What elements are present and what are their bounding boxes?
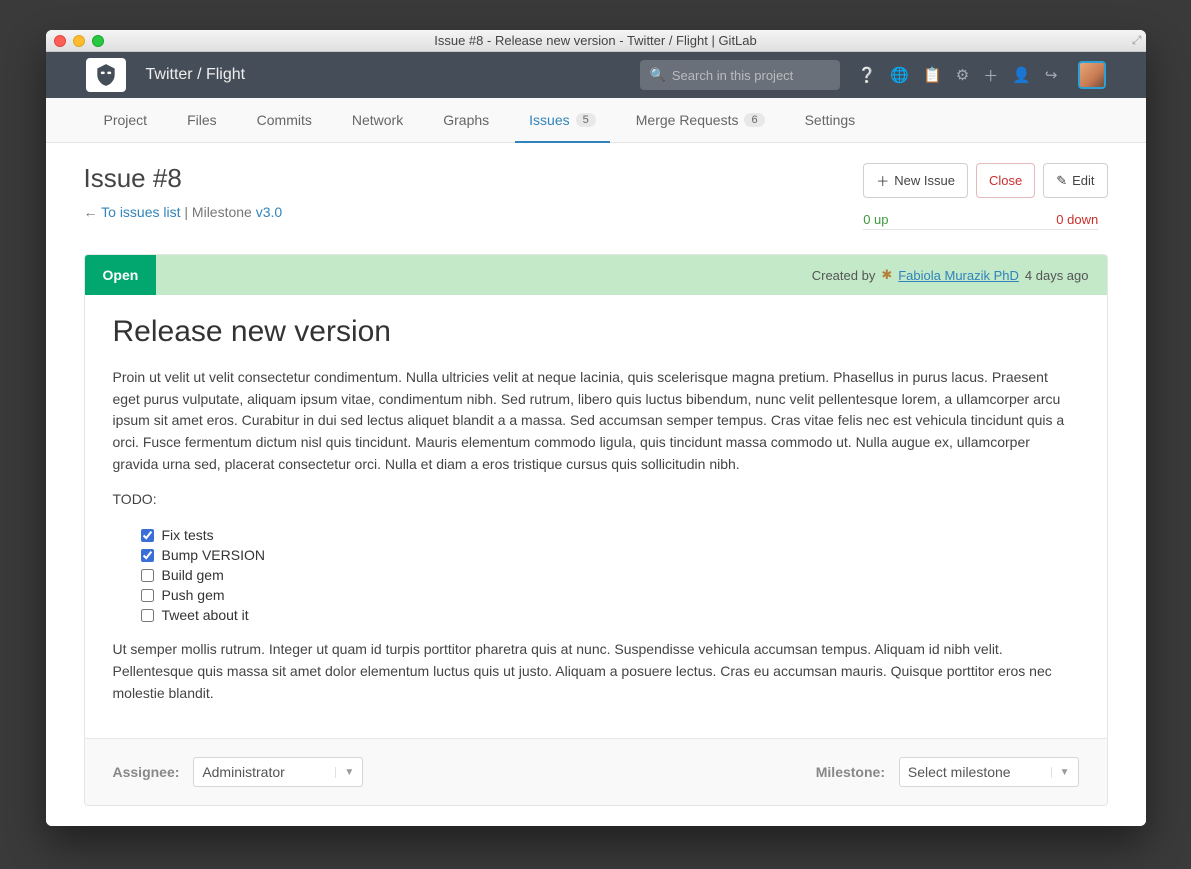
- todo-item: Bump VERSION: [141, 545, 1079, 565]
- todo-text: Build gem: [162, 567, 224, 583]
- search-box[interactable]: 🔍: [640, 60, 840, 90]
- window-controls: [54, 35, 104, 47]
- resize-icon[interactable]: ⤢: [1132, 33, 1142, 48]
- top-navbar: Twitter / Flight 🔍 ❔ 🌐 📋 ⚙ ＋ 👤 ↪: [46, 52, 1146, 98]
- close-issue-button[interactable]: Close: [976, 163, 1035, 198]
- todo-checkbox[interactable]: [141, 549, 154, 562]
- todo-checkbox[interactable]: [141, 529, 154, 542]
- issue-footer: Assignee: Administrator ▼ Milestone: Sel…: [85, 738, 1107, 805]
- globe-icon[interactable]: 🌐: [890, 66, 909, 84]
- assignee-label: Assignee:: [113, 764, 180, 780]
- assignee-select[interactable]: Administrator ▼: [193, 757, 363, 787]
- project-tabs: ProjectFilesCommitsNetworkGraphsIssues5M…: [46, 98, 1146, 143]
- edit-icon: ✎: [1056, 173, 1067, 189]
- back-arrow-icon: ←: [84, 204, 98, 220]
- downvote-count: 0 down: [1056, 212, 1098, 227]
- sprocket-icon: ✱: [881, 267, 892, 283]
- issue-paragraph: Ut semper mollis rutrum. Integer ut quam…: [113, 639, 1079, 704]
- todo-item: Push gem: [141, 585, 1079, 605]
- milestone-link[interactable]: v3.0: [256, 204, 282, 220]
- todo-checkbox[interactable]: [141, 569, 154, 582]
- user-icon[interactable]: 👤: [1012, 66, 1031, 84]
- tab-settings[interactable]: Settings: [785, 98, 876, 142]
- avatar[interactable]: [1078, 61, 1106, 89]
- titlebar: Issue #8 - Release new version - Twitter…: [46, 30, 1146, 52]
- todo-item: Build gem: [141, 565, 1079, 585]
- issue-number: Issue #8: [84, 163, 283, 194]
- milestone-label: Milestone: [192, 204, 256, 220]
- issue-paragraph: Proin ut velit ut velit consectetur cond…: [113, 367, 1079, 475]
- todo-text: Push gem: [162, 587, 225, 603]
- tab-network[interactable]: Network: [332, 98, 423, 142]
- milestone-label: Milestone:: [816, 764, 885, 780]
- created-by-label: Created by: [812, 268, 876, 283]
- tab-merge-requests[interactable]: Merge Requests6: [616, 98, 785, 142]
- logout-icon[interactable]: ↪: [1045, 66, 1058, 84]
- todo-item: Tweet about it: [141, 605, 1079, 625]
- todo-text: Tweet about it: [162, 607, 249, 623]
- minimize-window-icon[interactable]: [73, 35, 85, 47]
- gears-icon[interactable]: ⚙: [956, 66, 969, 84]
- chevron-down-icon: ▼: [1051, 767, 1070, 778]
- window-title: Issue #8 - Release new version - Twitter…: [46, 33, 1146, 48]
- tab-graphs[interactable]: Graphs: [423, 98, 509, 142]
- app-window: Issue #8 - Release new version - Twitter…: [46, 30, 1146, 826]
- help-icon[interactable]: ❔: [858, 66, 877, 84]
- todo-heading: TODO:: [113, 489, 1079, 511]
- todo-item: Fix tests: [141, 525, 1079, 545]
- todo-text: Bump VERSION: [162, 547, 265, 563]
- tab-badge: 5: [576, 113, 596, 127]
- chevron-down-icon: ▼: [335, 767, 354, 778]
- todo-checkbox[interactable]: [141, 609, 154, 622]
- milestone-select[interactable]: Select milestone ▼: [899, 757, 1079, 787]
- tab-commits[interactable]: Commits: [237, 98, 332, 142]
- todo-list: Fix tests Bump VERSION Build gem Push gem Tw…: [113, 525, 1079, 625]
- project-name[interactable]: Twitter / Flight: [146, 66, 246, 84]
- todo-checkbox[interactable]: [141, 589, 154, 602]
- tab-project[interactable]: Project: [84, 98, 168, 142]
- plus-icon: ＋: [876, 171, 889, 190]
- new-issue-button[interactable]: ＋New Issue: [863, 163, 968, 198]
- plus-icon[interactable]: ＋: [983, 65, 998, 86]
- issue-title: Release new version: [113, 315, 1079, 349]
- edit-issue-button[interactable]: ✎Edit: [1043, 163, 1107, 198]
- tab-files[interactable]: Files: [167, 98, 237, 142]
- issue-box: Open Created by ✱ Fabiola Murazik PhD 4 …: [84, 254, 1108, 806]
- status-badge: Open: [85, 255, 157, 295]
- copy-icon[interactable]: 📋: [923, 66, 942, 84]
- search-input[interactable]: [672, 68, 830, 83]
- zoom-window-icon[interactable]: [92, 35, 104, 47]
- search-icon: 🔍: [650, 67, 666, 83]
- todo-text: Fix tests: [162, 527, 214, 543]
- page-content: Issue #8 ← To issues list | Milestone v3…: [46, 143, 1146, 826]
- status-bar: Open Created by ✱ Fabiola Murazik PhD 4 …: [85, 255, 1107, 295]
- navbar-icons: ❔ 🌐 📋 ⚙ ＋ 👤 ↪: [858, 61, 1106, 89]
- tab-badge: 6: [744, 113, 764, 127]
- upvote-count: 0 up: [863, 212, 888, 227]
- tab-issues[interactable]: Issues5: [509, 98, 616, 142]
- gitlab-logo[interactable]: [86, 58, 126, 92]
- back-to-issues-link[interactable]: To issues list: [101, 204, 180, 220]
- close-window-icon[interactable]: [54, 35, 66, 47]
- created-ago: 4 days ago: [1025, 268, 1089, 283]
- breadcrumb: ← To issues list | Milestone v3.0: [84, 204, 283, 220]
- author-link[interactable]: Fabiola Murazik PhD: [898, 268, 1019, 283]
